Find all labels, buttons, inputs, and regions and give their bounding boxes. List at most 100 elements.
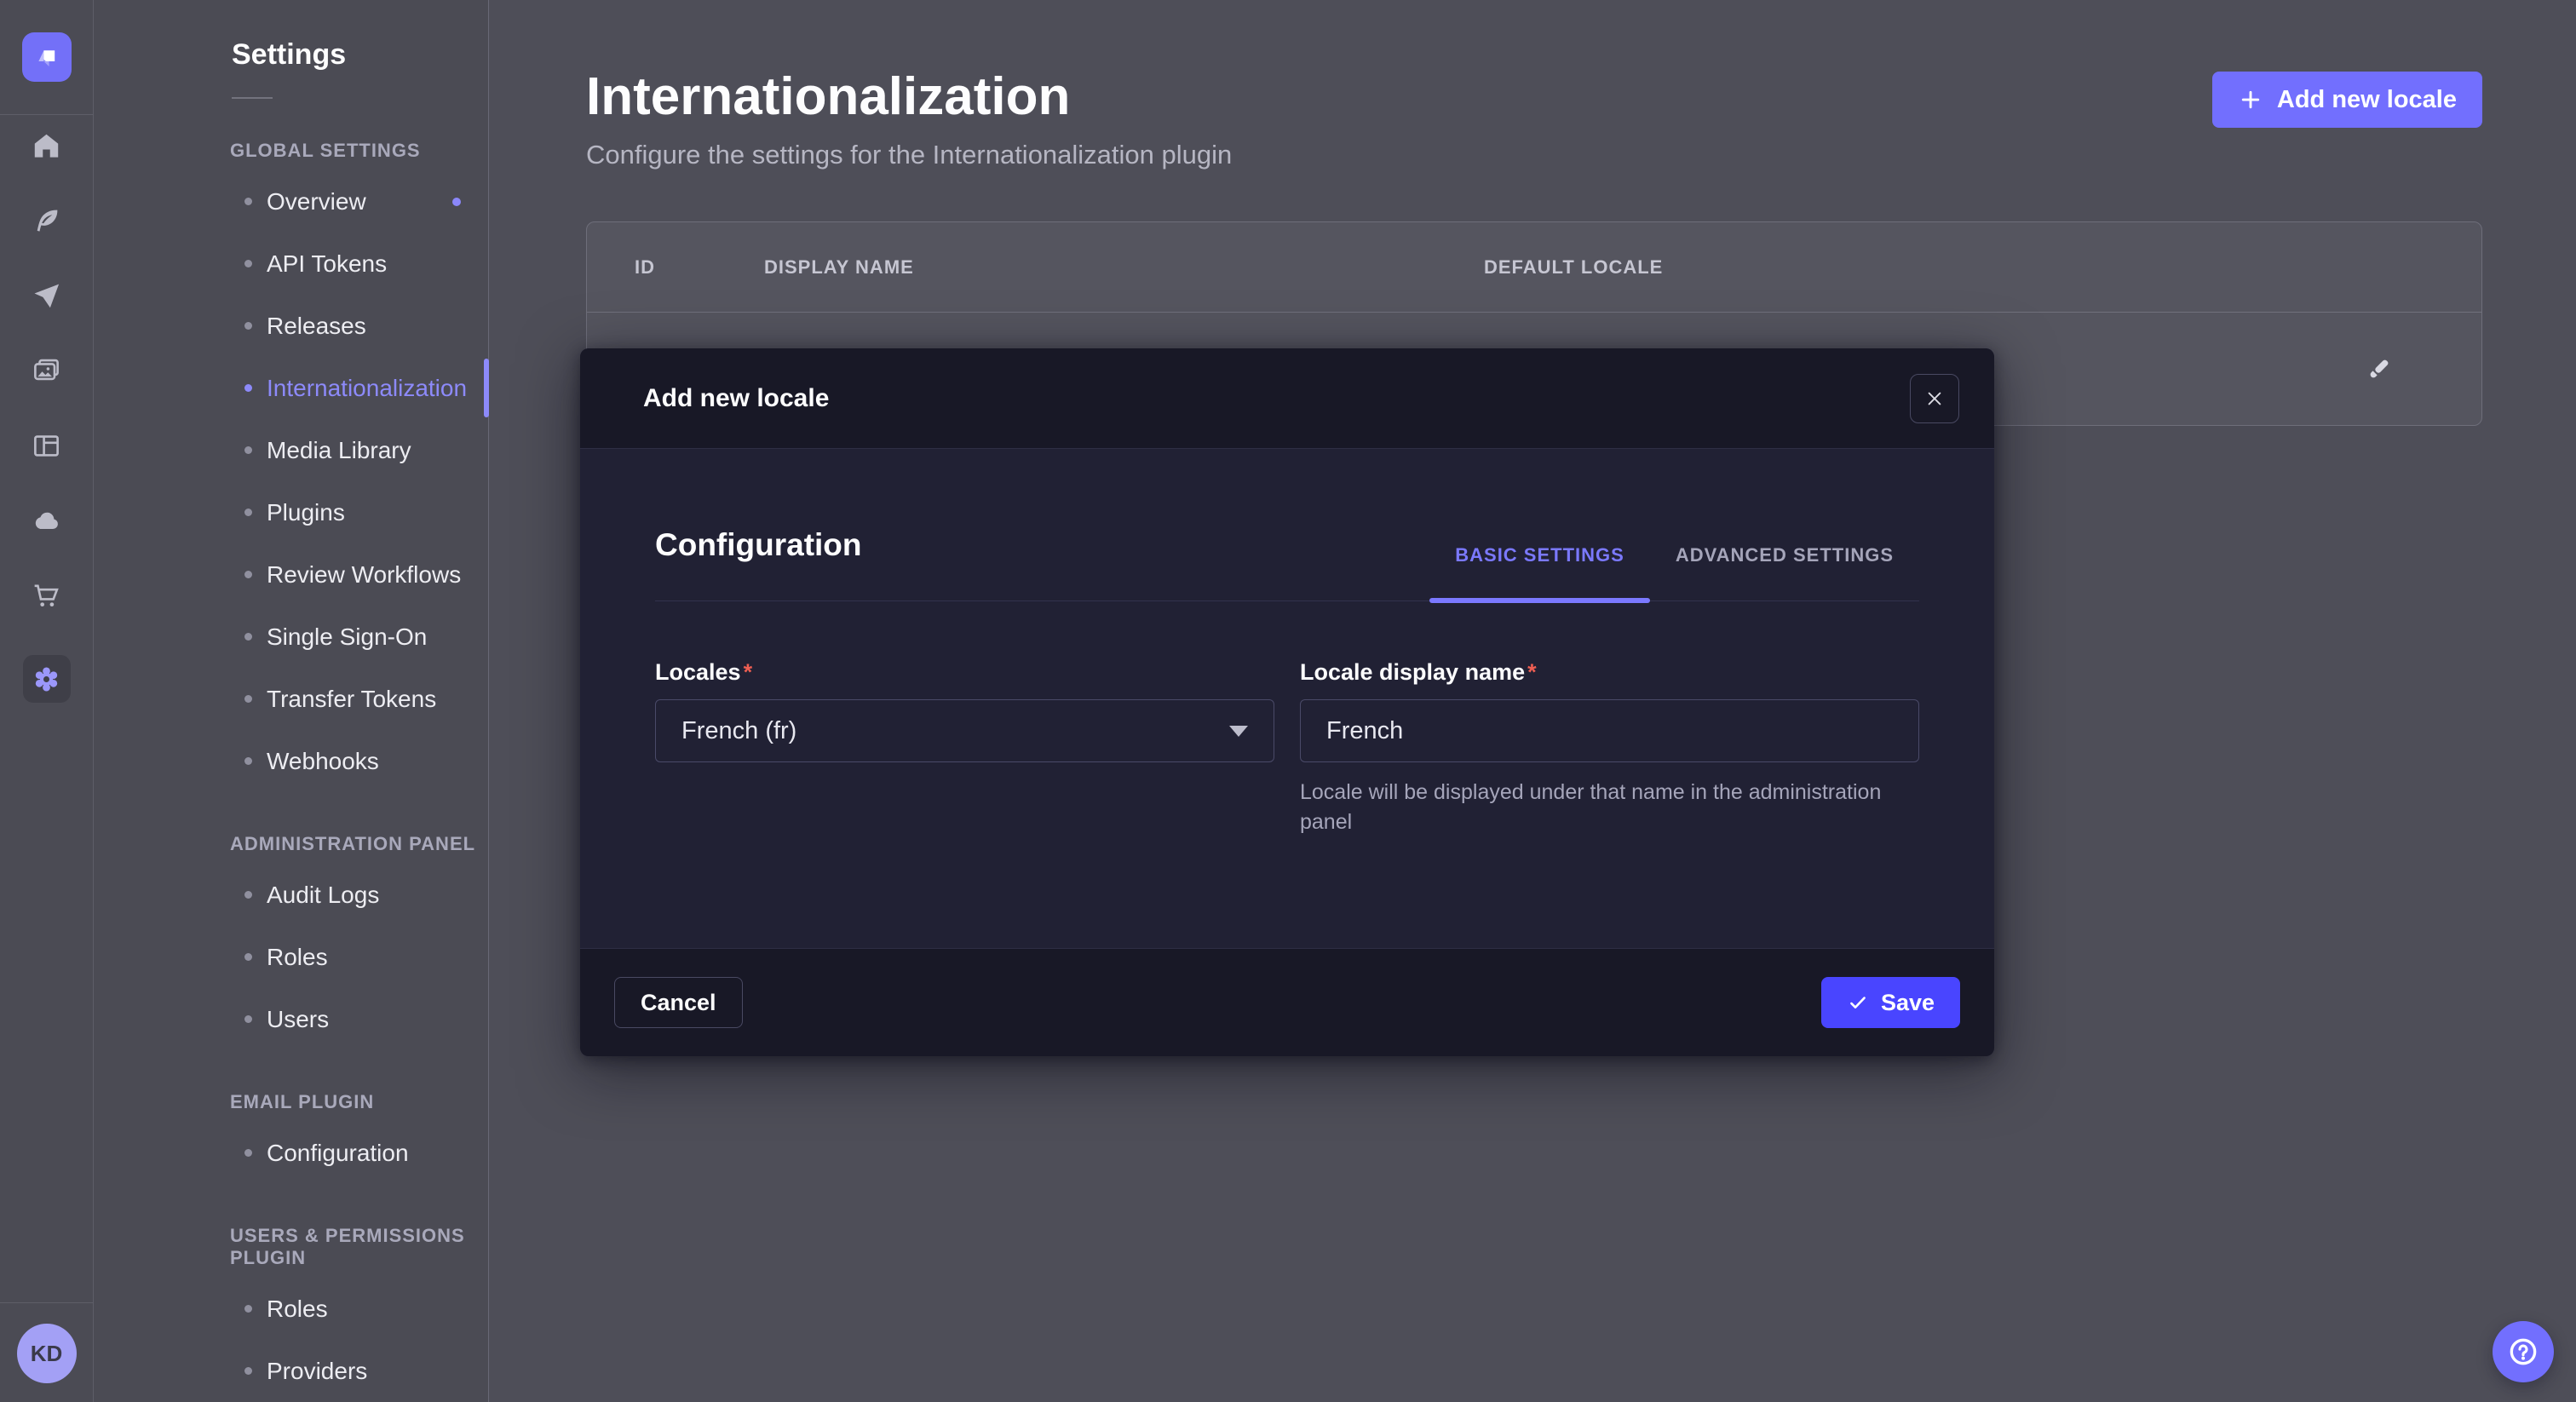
bullet-icon (244, 891, 252, 899)
sidebar-item-internationalization[interactable]: Internationalization (94, 357, 488, 419)
sidebar-item-label: Users (267, 1006, 329, 1033)
bullet-icon (244, 757, 252, 765)
icon-rail: KD (0, 0, 94, 1402)
user-avatar[interactable]: KD (17, 1324, 77, 1383)
column-header-id: ID (635, 256, 764, 279)
bullet-icon (244, 1015, 252, 1023)
sidebar-item-overview[interactable]: Overview (94, 170, 488, 233)
settings-tabs: BASIC SETTINGS ADVANCED SETTINGS (1429, 544, 1919, 600)
section-label-administration-panel: ADMINISTRATION PANEL (230, 833, 488, 855)
page-header: Internationalization Configure the setti… (586, 70, 2482, 170)
page-title: Internationalization (586, 70, 1232, 124)
sidebar-item-admin-roles[interactable]: Roles (94, 926, 488, 988)
required-asterisk: * (744, 659, 753, 685)
save-button[interactable]: Save (1821, 977, 1960, 1028)
bullet-icon (244, 260, 252, 267)
add-new-locale-button[interactable]: Add new locale (2212, 72, 2482, 128)
sidebar-item-users[interactable]: Users (94, 988, 488, 1050)
sidebar-title-divider (232, 97, 273, 99)
close-icon (1925, 389, 1944, 408)
bullet-icon (244, 571, 252, 578)
sidebar-item-label: Webhooks (267, 748, 379, 775)
sidebar-item-label: Audit Logs (267, 882, 379, 909)
configuration-title: Configuration (655, 527, 862, 600)
home-icon[interactable] (23, 130, 71, 161)
locales-select-value: French (fr) (681, 717, 796, 745)
media-library-icon[interactable] (23, 355, 71, 386)
column-header-display-name: DISPLAY NAME (764, 256, 1484, 279)
bullet-icon (244, 322, 252, 330)
sidebar-item-webhooks[interactable]: Webhooks (94, 730, 488, 792)
display-name-hint: Locale will be displayed under that name… (1300, 778, 1906, 836)
rail-nav (23, 115, 71, 703)
sidebar-item-providers[interactable]: Providers (94, 1340, 488, 1402)
display-name-input[interactable] (1300, 699, 1919, 762)
sidebar-item-email-configuration[interactable]: Configuration (94, 1122, 488, 1184)
cancel-button[interactable]: Cancel (614, 977, 743, 1028)
display-name-field: Locale display name* Locale will be disp… (1300, 659, 1919, 836)
layout-icon[interactable] (23, 430, 71, 461)
settings-gear-icon[interactable] (23, 655, 71, 703)
sidebar-item-label: Providers (267, 1358, 367, 1385)
edit-locale-button[interactable] (2359, 348, 2400, 389)
sidebar-item-api-tokens[interactable]: API Tokens (94, 233, 488, 295)
strapi-logo-icon (32, 43, 61, 72)
add-button-label: Add new locale (2277, 86, 2457, 114)
add-locale-modal: Add new locale Configuration BASIC SETTI… (580, 348, 1994, 1056)
sidebar-item-up-roles[interactable]: Roles (94, 1278, 488, 1340)
bullet-icon (244, 695, 252, 703)
locales-label: Locales* (655, 659, 1274, 686)
sidebar-item-label: Single Sign-On (267, 623, 427, 651)
sidebar-item-label: Roles (267, 1296, 328, 1323)
send-icon[interactable] (23, 280, 71, 311)
save-button-label: Save (1881, 990, 1935, 1016)
locales-field: Locales* French (fr) (655, 659, 1274, 836)
question-icon (2506, 1335, 2540, 1369)
section-label-users-permissions-plugin: USERS & PERMISSIONS PLUGIN (230, 1225, 488, 1269)
sidebar-item-label: Overview (267, 188, 366, 215)
display-name-label: Locale display name* (1300, 659, 1919, 686)
modal-close-button[interactable] (1910, 374, 1959, 423)
page-subtitle: Configure the settings for the Internati… (586, 140, 1232, 170)
bullet-icon (244, 1149, 252, 1157)
sidebar-item-label: Configuration (267, 1140, 409, 1167)
settings-sidebar: Settings GLOBAL SETTINGS Overview API To… (94, 0, 489, 1402)
locales-label-text: Locales (655, 659, 741, 685)
locales-select[interactable]: French (fr) (655, 699, 1274, 762)
sidebar-item-review-workflows[interactable]: Review Workflows (94, 543, 488, 606)
sidebar-item-transfer-tokens[interactable]: Transfer Tokens (94, 668, 488, 730)
help-button[interactable] (2493, 1321, 2554, 1382)
logo-container (0, 0, 93, 115)
bullet-icon (244, 953, 252, 961)
sidebar-item-label: Roles (267, 944, 328, 971)
modal-title: Add new locale (643, 384, 829, 413)
bullet-icon (244, 446, 252, 454)
sidebar-item-label: Internationalization (267, 375, 467, 402)
cart-icon[interactable] (23, 580, 71, 611)
sidebar-item-label: Plugins (267, 499, 345, 526)
modal-body: Configuration BASIC SETTINGS ADVANCED SE… (580, 449, 1994, 948)
rail-footer: KD (0, 1302, 93, 1402)
strapi-logo[interactable] (22, 32, 72, 82)
section-label-email-plugin: EMAIL PLUGIN (230, 1091, 488, 1113)
pencil-icon (2364, 353, 2395, 384)
tab-basic-settings[interactable]: BASIC SETTINGS (1429, 544, 1650, 600)
bullet-icon (244, 509, 252, 516)
chevron-down-icon (1229, 726, 1248, 737)
tab-advanced-settings[interactable]: ADVANCED SETTINGS (1650, 544, 1919, 600)
sidebar-item-plugins[interactable]: Plugins (94, 481, 488, 543)
feather-icon[interactable] (23, 205, 71, 236)
sidebar-item-single-sign-on[interactable]: Single Sign-On (94, 606, 488, 668)
sidebar-item-label: Review Workflows (267, 561, 461, 589)
bullet-icon (244, 1305, 252, 1313)
sidebar-item-label: Releases (267, 313, 366, 340)
sidebar-item-media-library[interactable]: Media Library (94, 419, 488, 481)
bullet-icon (244, 633, 252, 641)
configuration-header-row: Configuration BASIC SETTINGS ADVANCED SE… (655, 449, 1919, 601)
sidebar-item-releases[interactable]: Releases (94, 295, 488, 357)
cloud-icon[interactable] (23, 505, 71, 536)
sidebar-item-audit-logs[interactable]: Audit Logs (94, 864, 488, 926)
app-root: KD Settings GLOBAL SETTINGS Overview API… (0, 0, 2576, 1402)
sidebar-item-label: Transfer Tokens (267, 686, 436, 713)
notification-dot (452, 198, 461, 206)
